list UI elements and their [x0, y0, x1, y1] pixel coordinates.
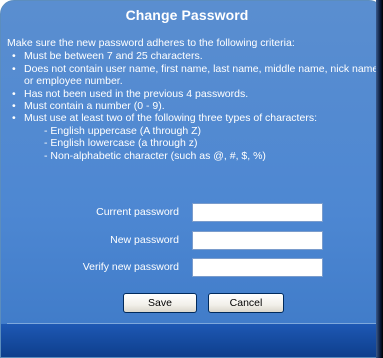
criteria-intro: Make sure the new password adheres to th…: [7, 37, 295, 49]
window-edge-shadow: [376, 0, 383, 358]
criteria-text: Must use at least two of the following t…: [24, 112, 317, 125]
bullet: •: [12, 100, 16, 113]
character-type-item: - English lowercase (a through z): [44, 137, 198, 150]
bullet: •: [12, 62, 16, 75]
save-button[interactable]: Save: [123, 293, 197, 313]
bullet: •: [12, 112, 16, 125]
criteria-item: • Must contain a number (0 - 9).: [7, 100, 379, 112]
criteria-text: Does not contain user name, first name, …: [24, 62, 379, 88]
new-password-row: New password: [1, 231, 373, 251]
criteria-item: • Must use at least two of the following…: [7, 112, 379, 162]
criteria-item: • Must be between 7 and 25 characters.: [7, 50, 379, 62]
current-password-row: Current password: [1, 203, 373, 223]
character-type-item: - English uppercase (A through Z): [44, 124, 201, 137]
current-password-input[interactable]: [192, 203, 323, 222]
criteria-text: Has not been used in the previous 4 pass…: [24, 87, 249, 100]
character-types-list: - English uppercase (A through Z) - Engl…: [24, 125, 379, 162]
verify-password-input[interactable]: [192, 258, 323, 277]
criteria-list: • Must be between 7 and 25 characters. •…: [7, 50, 379, 162]
criteria-text: Must contain a number (0 - 9).: [24, 100, 165, 113]
dialog-title: Change Password: [125, 7, 249, 23]
criteria-item: • Has not been used in the previous 4 pa…: [7, 88, 379, 100]
bullet: •: [12, 87, 16, 100]
dialog-footer: [1, 324, 382, 357]
current-password-label: Current password: [96, 206, 179, 218]
bullet: •: [12, 50, 16, 63]
criteria-panel: Make sure the new password adheres to th…: [7, 37, 379, 162]
cancel-button[interactable]: Cancel: [208, 293, 284, 313]
verify-password-row: Verify new password: [1, 258, 373, 278]
criteria-text: Must be between 7 and 25 characters.: [24, 50, 203, 63]
new-password-input[interactable]: [192, 231, 323, 250]
change-password-dialog: Change Password Make sure the new passwo…: [0, 0, 383, 358]
verify-password-label: Verify new password: [82, 261, 179, 273]
criteria-item: • Does not contain user name, first name…: [7, 63, 379, 88]
character-type-item: - Non-alphabetic character (such as @, #…: [44, 149, 266, 162]
new-password-label: New password: [110, 234, 179, 246]
